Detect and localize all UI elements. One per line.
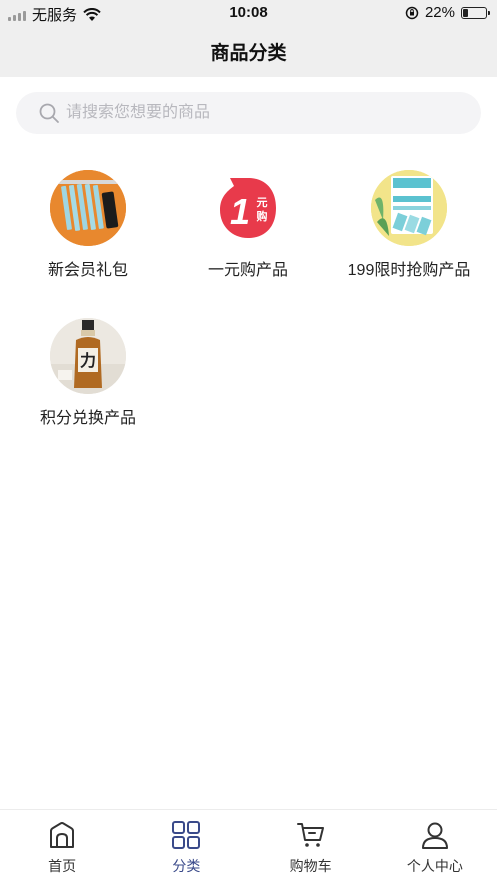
badge-number: 1 — [230, 191, 250, 232]
tab-home[interactable]: 首页 — [0, 810, 124, 883]
probiotic-box-image — [371, 170, 447, 246]
search-bar[interactable] — [16, 92, 481, 134]
status-bar: 无服务 10:08 22% — [0, 0, 497, 26]
tab-profile[interactable]: 个人中心 — [373, 810, 497, 883]
battery-level — [463, 8, 468, 17]
category-label: 新会员礼包 — [47, 262, 128, 279]
tab-cart[interactable]: 购物车 — [249, 810, 373, 883]
liquor-bottle-image: 力 — [50, 318, 126, 394]
orientation-lock-icon — [405, 6, 419, 19]
user-icon — [421, 822, 448, 849]
category-item-one-yuan[interactable]: 1 元 购 一元购产品 — [168, 170, 328, 280]
bottle-label: 力 — [80, 351, 96, 370]
badge-text-1: 元 — [257, 196, 268, 209]
tab-label: 个人中心 — [406, 858, 463, 874]
badge-text-2: 购 — [257, 209, 268, 223]
page-title: 商品分类 — [210, 43, 287, 64]
category-item-points-exchange[interactable]: 力 积分兑换产品 — [8, 318, 168, 428]
tab-label: 购物车 — [289, 858, 332, 874]
category-label: 一元购产品 — [207, 262, 288, 279]
category-label: 积分兑换产品 — [39, 410, 136, 427]
battery-percent: 22% — [424, 4, 455, 21]
cart-icon — [296, 823, 324, 847]
search-icon — [39, 103, 59, 123]
category-item-flash-sale[interactable]: 199限时抢购产品 — [329, 170, 489, 280]
tab-bar: 首页 分类 购物车 个人中心 — [0, 809, 497, 883]
battery-icon — [461, 6, 490, 19]
category-label: 199限时抢购产品 — [347, 262, 471, 279]
tab-label: 首页 — [48, 858, 77, 874]
sachet-pack-image — [50, 170, 126, 246]
one-yuan-badge-image: 1 元 购 — [210, 170, 286, 246]
grid-icon — [172, 821, 201, 849]
header: 商品分类 — [0, 26, 497, 77]
home-icon — [50, 822, 75, 848]
category-item-new-member[interactable]: 新会员礼包 — [8, 170, 168, 280]
tab-label: 分类 — [172, 858, 201, 874]
search-input[interactable] — [16, 92, 481, 134]
tab-category[interactable]: 分类 — [124, 810, 248, 883]
status-right: 22% — [405, 4, 490, 21]
